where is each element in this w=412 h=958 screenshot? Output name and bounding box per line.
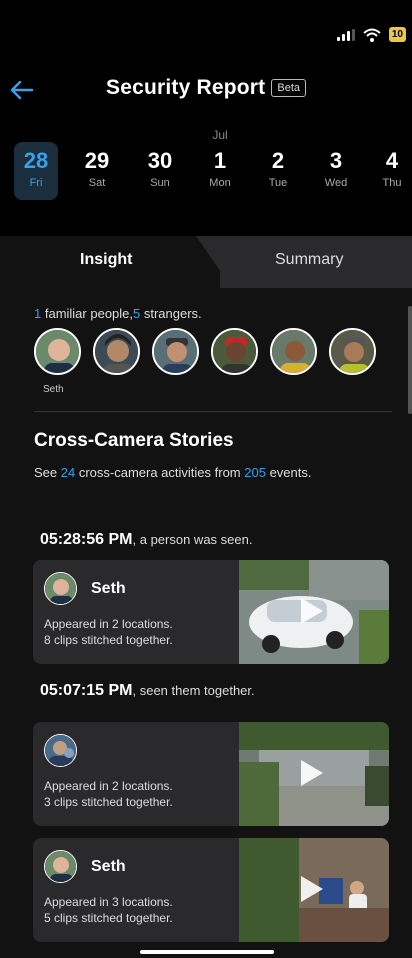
activities-count: 24 [60,465,76,480]
avatar[interactable] [152,328,199,375]
avatar[interactable] [211,328,258,375]
avatar-row [34,328,376,375]
event-time-row: 05:07:15 PM, seen them together. [40,682,255,700]
clips-text: 5 clips stitched together. [44,911,173,925]
tab-summary[interactable]: Summary [275,251,343,269]
person-avatar [44,572,77,605]
avatar[interactable] [270,328,317,375]
person-avatar [44,850,77,883]
card-details: Appeared in 2 locations. 3 clips stitche… [44,778,173,810]
tab-bar: Insight Summary [0,236,412,288]
people-summary: 1 familiar people,5 strangers. [34,306,202,321]
person-avatar [44,734,77,767]
section-title: Cross-Camera Stories [34,430,234,451]
familiar-text: familiar people, [41,306,134,321]
month-label: Jul [212,128,228,142]
day-4[interactable]: 4 Thu [370,142,412,200]
divider [34,411,392,412]
event-desc: , seen them together. [132,683,255,698]
day-weekday: Sat [88,177,106,189]
events-count: 205 [244,465,266,480]
locations-text: Appeared in 2 locations. [44,779,173,793]
locations-text: Appeared in 2 locations. [44,617,173,631]
sub-suffix: events. [265,465,312,480]
day-number: 28 [23,148,49,173]
tab-insight[interactable]: Insight [80,251,132,269]
day-30[interactable]: 30 Sun [138,142,182,200]
day-number: 1 [213,148,227,173]
section-subtitle: See 24 cross-camera activities from 205 … [34,465,312,480]
signal-icon [336,28,355,41]
story-card[interactable]: Appeared in 2 locations. 3 clips stitche… [33,722,389,826]
day-28[interactable]: 28 Fri [14,142,58,200]
day-number: 4 [385,148,399,173]
insight-content: 1 familiar people,5 strangers. Seth Cros… [0,288,412,958]
day-weekday: Thu [382,177,402,189]
stranger-text: strangers. [140,306,202,321]
story-card[interactable]: Seth Appeared in 2 locations. 8 clips st… [33,560,389,664]
video-thumbnail[interactable] [239,560,389,664]
locations-text: Appeared in 3 locations. [44,895,173,909]
person-name: Seth [91,858,126,875]
battery-indicator: 10 [388,27,406,42]
page-title: Security Report [105,76,266,99]
video-thumbnail[interactable] [239,722,389,826]
day-weekday: Wed [324,177,348,189]
day-weekday: Tue [268,177,288,189]
day-weekday: Sun [150,177,170,189]
avatar[interactable] [34,328,81,375]
day-number: 29 [84,148,110,173]
person-name: Seth [91,580,126,597]
play-icon[interactable] [301,876,323,902]
avatar[interactable] [93,328,140,375]
day-number: 30 [147,148,173,173]
avatar-name-seth: Seth [43,384,64,395]
video-thumbnail[interactable] [239,838,389,942]
day-3[interactable]: 3 Wed [314,142,358,200]
scrollbar[interactable] [408,306,412,414]
wifi-icon [363,28,381,42]
event-time-row: 05:28:56 PM, a person was seen. [40,531,252,549]
avatar[interactable] [329,328,376,375]
day-number: 3 [329,148,343,173]
card-details: Appeared in 3 locations. 5 clips stitche… [44,894,173,926]
sub-mid: cross-camera activities from [75,465,245,480]
clips-text: 3 clips stitched together. [44,795,173,809]
card-details: Appeared in 2 locations. 8 clips stitche… [44,616,173,648]
day-29[interactable]: 29 Sat [75,142,119,200]
clips-text: 8 clips stitched together. [44,633,173,647]
day-weekday: Fri [29,177,43,189]
play-icon[interactable] [301,598,323,624]
header: Security Report Beta [0,70,412,110]
sub-prefix: See [34,465,61,480]
event-desc: , a person was seen. [132,532,253,547]
event-time: 05:07:15 PM [40,682,133,699]
day-1[interactable]: 1 Mon [198,142,242,200]
day-2[interactable]: 2 Tue [256,142,300,200]
date-strip: Jul 28 Fri 29 Sat 30 Sun 1 Mon 2 Tue 3 W… [0,128,412,208]
event-time: 05:28:56 PM [40,531,133,548]
title-wrap: Security Report Beta [0,76,412,100]
status-icons: 10 [336,27,406,42]
day-weekday: Mon [209,177,231,189]
status-bar: 10 [0,0,412,60]
home-indicator[interactable] [140,950,274,954]
beta-badge: Beta [271,79,306,97]
day-number: 2 [271,148,285,173]
play-icon[interactable] [301,760,323,786]
story-card[interactable]: Seth Appeared in 3 locations. 5 clips st… [33,838,389,942]
